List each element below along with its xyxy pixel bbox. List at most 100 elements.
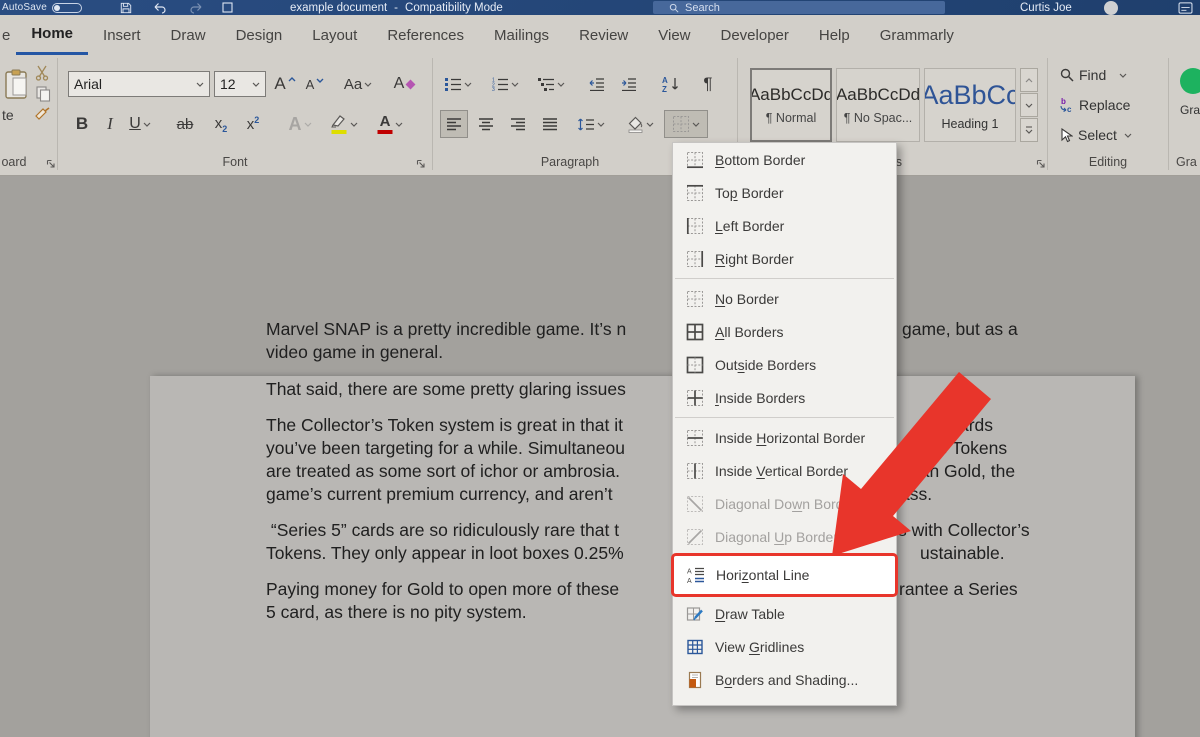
subscript-button[interactable]: x2 xyxy=(208,110,234,138)
numbering-button[interactable]: 123 xyxy=(486,70,524,98)
ribbon-display-options-icon[interactable] xyxy=(1178,1,1193,14)
menu-item-label: Bottom Border xyxy=(715,152,805,168)
tab-design[interactable]: Design xyxy=(221,15,298,55)
menu-item-borders-and-shading[interactable]: Borders and Shading... xyxy=(673,663,896,696)
document-canvas xyxy=(0,176,1200,737)
multilevel-list-icon xyxy=(538,77,555,91)
bullets-button[interactable] xyxy=(440,70,476,98)
menu-item-right-border[interactable]: Right Border xyxy=(673,242,896,275)
borders-and-shading-icon xyxy=(686,671,704,689)
copy-icon[interactable] xyxy=(36,86,51,107)
strikethrough-button[interactable]: ab xyxy=(170,110,200,138)
inside-borders-icon xyxy=(686,389,704,407)
menu-item-inside-horizontal-border[interactable]: Inside Horizontal Border xyxy=(673,421,896,454)
styles-more-button[interactable] xyxy=(1020,118,1038,142)
menu-item-inside-borders[interactable]: Inside Borders xyxy=(673,381,896,414)
menu-item-outside-borders[interactable]: Outside Borders xyxy=(673,348,896,381)
font-size-combobox[interactable]: 12 xyxy=(214,71,266,97)
tab-help[interactable]: Help xyxy=(804,15,865,55)
tab-grammarly[interactable]: Grammarly xyxy=(865,15,969,55)
styles-scroll-up[interactable] xyxy=(1020,68,1038,92)
search-box[interactable]: Search xyxy=(653,1,945,14)
tab-insert[interactable]: Insert xyxy=(88,15,156,55)
search-icon xyxy=(669,3,679,13)
chevron-down-icon xyxy=(597,122,605,127)
find-button[interactable]: Find xyxy=(1060,67,1127,83)
menu-item-draw-table[interactable]: Draw Table xyxy=(673,597,896,630)
tab-draw[interactable]: Draw xyxy=(156,15,221,55)
change-case-button[interactable]: Aa xyxy=(341,70,375,98)
menu-item-horizontal-line[interactable]: AAHorizontal Line xyxy=(671,553,898,597)
menu-item-top-border[interactable]: Top Border xyxy=(673,176,896,209)
shrink-font-button[interactable]: A xyxy=(303,70,327,98)
tab-mailings[interactable]: Mailings xyxy=(479,15,564,55)
align-left-button[interactable] xyxy=(440,110,468,138)
styles-scroll-down[interactable] xyxy=(1020,93,1038,117)
cut-icon[interactable] xyxy=(34,65,50,86)
shading-button[interactable] xyxy=(620,110,660,138)
menu-item-no-border[interactable]: No Border xyxy=(673,282,896,315)
justify-button[interactable] xyxy=(536,110,564,138)
style-card-normal[interactable]: AaBbCcDd ¶ Normal xyxy=(750,68,832,142)
tab-home[interactable]: Home xyxy=(16,15,88,55)
format-painter-icon[interactable] xyxy=(34,107,51,127)
font-name-combobox[interactable]: Arial xyxy=(68,71,210,97)
text-highlight-button[interactable] xyxy=(325,110,363,138)
inside-horizontal-border-icon xyxy=(686,429,704,447)
bottom-border-icon xyxy=(686,151,704,169)
bold-button[interactable]: B xyxy=(70,110,94,138)
paste-icon[interactable] xyxy=(4,69,28,106)
font-color-button[interactable]: A xyxy=(372,110,408,138)
grammarly-button-label[interactable]: Gra xyxy=(1180,103,1200,117)
chevron-down-icon xyxy=(646,122,654,127)
save-icon[interactable] xyxy=(120,1,132,14)
show-hide-pilcrow-button[interactable]: ¶ xyxy=(696,70,720,98)
paragraph-group-label: Paragraph xyxy=(530,155,610,169)
menu-item-all-borders[interactable]: All Borders xyxy=(673,315,896,348)
tab-file-partial[interactable]: e xyxy=(0,15,16,55)
select-button[interactable]: Select xyxy=(1060,127,1132,143)
undo-icon[interactable] xyxy=(153,1,166,14)
replace-button[interactable]: bc Replace xyxy=(1058,97,1130,113)
paste-label[interactable]: te xyxy=(2,107,14,123)
decrease-indent-button[interactable] xyxy=(584,70,610,98)
italic-button[interactable]: I xyxy=(100,110,120,138)
increase-indent-button[interactable] xyxy=(616,70,642,98)
repeat-icon[interactable] xyxy=(222,1,233,14)
menu-item-label: Inside Vertical Border xyxy=(715,463,848,479)
chevron-down-icon xyxy=(1119,73,1127,78)
avatar[interactable] xyxy=(1104,1,1118,14)
tab-view[interactable]: View xyxy=(643,15,705,55)
tab-references[interactable]: References xyxy=(372,15,479,55)
superscript-button[interactable]: x2 xyxy=(240,110,266,138)
multilevel-list-button[interactable] xyxy=(532,70,570,98)
chevron-down-icon xyxy=(252,82,260,87)
left-border-icon xyxy=(686,217,704,235)
line-spacing-button[interactable] xyxy=(572,110,610,138)
style-card-heading1[interactable]: AaBbCc Heading 1 xyxy=(924,68,1016,142)
menu-item-inside-vertical-border[interactable]: Inside Vertical Border xyxy=(673,454,896,487)
user-name[interactable]: Curtis Joe xyxy=(1020,1,1072,14)
align-right-button[interactable] xyxy=(504,110,532,138)
menu-item-view-gridlines[interactable]: View Gridlines xyxy=(673,630,896,663)
underline-button[interactable]: U xyxy=(124,110,156,138)
sort-button[interactable]: AZ xyxy=(656,70,686,98)
borders-button[interactable] xyxy=(664,110,708,138)
menu-item-bottom-border[interactable]: Bottom Border xyxy=(673,143,896,176)
clear-formatting-button[interactable]: A xyxy=(390,70,418,98)
line-spacing-icon xyxy=(577,117,595,132)
menu-item-left-border[interactable]: Left Border xyxy=(673,209,896,242)
tab-review[interactable]: Review xyxy=(564,15,643,55)
chevron-down-icon xyxy=(304,122,312,127)
align-center-button[interactable] xyxy=(472,110,500,138)
grow-font-button[interactable]: A xyxy=(272,70,298,98)
tab-developer[interactable]: Developer xyxy=(706,15,804,55)
grammarly-icon[interactable] xyxy=(1180,68,1200,94)
document-page[interactable] xyxy=(150,376,1135,737)
tab-layout[interactable]: Layout xyxy=(297,15,372,55)
autosave-toggle[interactable] xyxy=(52,1,82,14)
style-card-no-spacing[interactable]: AaBbCcDd ¶ No Spac... xyxy=(836,68,920,142)
draw-table-icon xyxy=(686,605,704,623)
font-dialog-launcher[interactable] xyxy=(416,156,428,168)
menu-item-label: Left Border xyxy=(715,218,784,234)
